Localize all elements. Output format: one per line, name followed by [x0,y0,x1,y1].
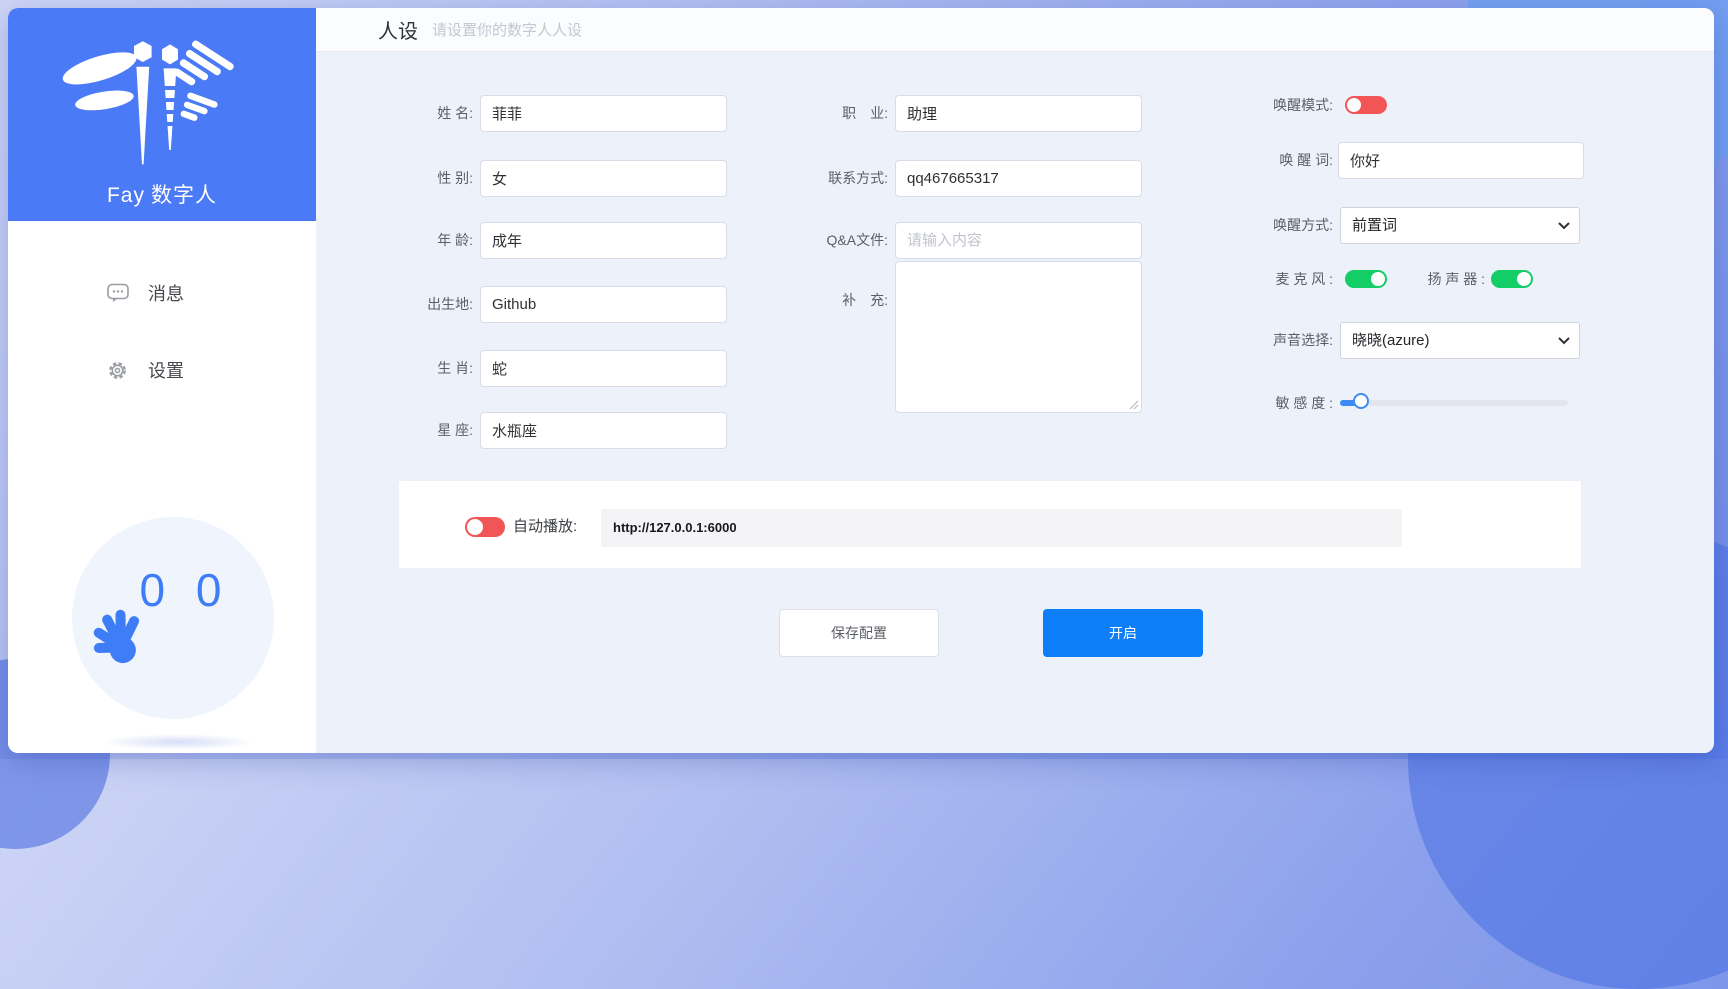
app-window: Fay 数字人 消息 设置 0 0 [8,8,1714,753]
save-config-button[interactable]: 保存配置 [779,609,939,657]
brand-fay: Fay [107,184,145,207]
supplement-textarea[interactable] [895,261,1142,413]
qa-file-input[interactable] [895,222,1142,259]
sensitivity-slider[interactable] [1340,400,1568,406]
toggle-knob [1517,272,1531,286]
name-input[interactable] [480,95,727,132]
zodiac-input[interactable] [480,350,727,387]
supplement-label: 补 充: [758,290,888,310]
dragonfly-logo-icon [58,30,266,170]
voice-select-label: 声音选择: [1203,322,1333,359]
speaker-label: 扬 声 器 : [1355,261,1485,298]
wake-method-label: 唤醒方式: [1203,207,1333,244]
age-input[interactable] [480,222,727,259]
autoplay-label: 自动播放: [513,508,577,546]
page-header: 人设 请设置你的数字人人设 [316,8,1714,52]
wake-word-input[interactable] [1338,142,1584,179]
gender-label: 性 别: [343,160,473,197]
wake-mode-label: 唤醒模式: [1203,87,1333,124]
gear-icon [107,360,128,381]
wake-word-label: 唤 醒 词: [1203,142,1333,179]
mic-label: 麦 克 风 : [1203,261,1333,298]
main-panel: 人设 请设置你的数字人人设 姓 名: 性 别: 年 龄: 出生地: 生 肖: 星… [316,8,1714,753]
name-label: 姓 名: [343,95,473,132]
job-input[interactable] [895,95,1142,132]
voice-select[interactable]: 晓晓(azure) [1340,322,1580,359]
age-label: 年 龄: [343,222,473,259]
autoplay-panel: 自动播放: http://127.0.0.1:6000 [399,481,1581,568]
page-title: 人设 [378,15,418,44]
waving-hand-icon [85,603,150,671]
job-label: 职 业: [758,95,888,132]
page-subtitle: 请设置你的数字人人设 [432,19,582,40]
birthplace-input[interactable] [480,286,727,323]
sidebar-item-settings[interactable]: 设置 [8,356,316,386]
sensitivity-label: 敏 感 度 : [1203,385,1333,422]
qa-file-label: Q&A文件: [758,222,888,259]
start-button[interactable]: 开启 [1043,609,1203,657]
brand-rest: 数字人 [151,184,217,207]
wake-method-value: 前置词 [1352,217,1397,234]
wake-method-select[interactable]: 前置词 [1340,207,1580,244]
constellation-input[interactable] [480,412,727,449]
chevron-down-icon [1558,337,1570,345]
sidebar-header: Fay 数字人 [8,8,316,221]
zodiac-label: 生 肖: [343,350,473,387]
autoplay-url[interactable]: http://127.0.0.1:6000 [601,509,1402,547]
message-bubble-icon [107,283,129,303]
autoplay-toggle[interactable] [465,517,505,537]
toggle-knob [467,519,483,535]
chevron-down-icon [1558,222,1570,230]
sensitivity-slider-knob[interactable] [1353,393,1369,409]
wake-mode-toggle[interactable] [1345,96,1387,114]
sidebar: Fay 数字人 消息 设置 0 0 [8,8,316,753]
toggle-knob [1347,98,1361,112]
contact-input[interactable] [895,160,1142,197]
voice-select-value: 晓晓(azure) [1352,332,1430,349]
constellation-label: 星 座: [343,412,473,449]
sidebar-item-label: 消息 [148,279,184,309]
birthplace-label: 出生地: [343,286,473,323]
sidebar-item-messages[interactable]: 消息 [8,279,316,309]
brand-title: Fay 数字人 [8,184,316,208]
gender-input[interactable] [480,160,727,197]
contact-label: 联系方式: [758,160,888,197]
message-counter: 0 0 [130,564,240,616]
circle-shadow [100,734,256,750]
speaker-toggle[interactable] [1491,270,1533,288]
desktop-background: { "brand": {"fay": "Fay", "rest": "数字人"}… [0,0,1728,759]
sidebar-item-label: 设置 [148,356,184,386]
